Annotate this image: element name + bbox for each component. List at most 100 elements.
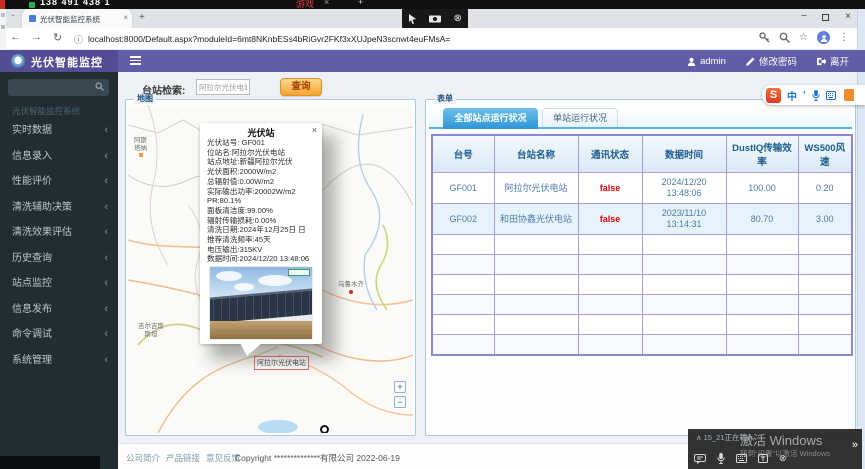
sidebar-item[interactable]: 清洗辅助决策 ‹ bbox=[0, 195, 118, 221]
chat-icon[interactable] bbox=[694, 453, 706, 464]
ime-keyboard-icon[interactable] bbox=[825, 90, 836, 100]
new-tab-button[interactable]: + bbox=[139, 12, 145, 23]
forward-icon[interactable]: → bbox=[31, 31, 42, 43]
password-key-icon[interactable] bbox=[759, 32, 770, 43]
ime-mic-icon[interactable] bbox=[812, 89, 820, 101]
empty-cell bbox=[493, 334, 579, 355]
browser-tab[interactable]: 光伏智能监控系统 × bbox=[22, 9, 132, 28]
popup-info-line: 站点地址:新疆阿拉尔光伏 bbox=[207, 157, 293, 167]
taskbar-overlay: ∧ 15_21正在输入 激活 Windows 转到“设置”以激活 Windows… bbox=[688, 429, 862, 469]
sidebar-toggle-icon[interactable] bbox=[130, 56, 141, 65]
map[interactable]: 阿斯塔纳 吉尔吉斯斯坦 乌鲁木齐 + − 阿拉尔光伏电站 光伏站 × 光伏站号:… bbox=[128, 105, 413, 433]
recorder-stop-icon[interactable]: ⊗ bbox=[454, 13, 462, 24]
photo-cloud bbox=[234, 283, 254, 292]
user-menu[interactable]: admin bbox=[687, 56, 726, 67]
change-password-button[interactable]: 修改密码 bbox=[745, 54, 797, 68]
station-marker-label[interactable]: 阿拉尔光伏电站 bbox=[254, 356, 309, 370]
photo-cloud bbox=[258, 275, 292, 287]
sidebar-item[interactable]: 历史查询 ‹ bbox=[0, 246, 118, 272]
url-text[interactable]: localhost:8000/Default.aspx?moduleId=6mt… bbox=[88, 34, 628, 44]
sidebar-item[interactable]: 实时数据 ‹ bbox=[0, 118, 118, 144]
map-zoom-out-button[interactable]: − bbox=[394, 396, 406, 408]
phone-tab-close-icon[interactable]: × bbox=[324, 0, 329, 7]
sidebar-item-label: 历史查询 bbox=[12, 252, 52, 264]
station-search-input[interactable] bbox=[196, 79, 250, 95]
copyright-text: Copyright **************有限公司 2022-06-19 bbox=[235, 453, 400, 463]
ime-toolbox-icon[interactable] bbox=[843, 89, 854, 101]
expand-icon[interactable]: » bbox=[852, 439, 858, 451]
popup-info-line: 推荐清洗频率:45天 bbox=[207, 235, 271, 245]
game-tab-label[interactable]: 游戏 bbox=[296, 0, 314, 10]
sidebar-item-label: 站点监控 bbox=[12, 278, 52, 289]
change-password-label: 修改密码 bbox=[758, 57, 797, 68]
bookmark-star-icon[interactable]: ☆ bbox=[799, 32, 808, 43]
empty-table-row bbox=[431, 274, 853, 295]
background-window-icon bbox=[1, 13, 5, 17]
sidebar: 光伏智能监控系统 实时数据 ‹ 信息录入 ‹ 性能评价 ‹ 清洗辅助决策 ‹ 清洗效果评估 ‹ 历史… bbox=[0, 72, 118, 469]
map-label-city: 乌鲁木齐 bbox=[336, 281, 366, 294]
station-marker-secondary[interactable] bbox=[320, 425, 329, 433]
browser-menu-icon[interactable]: ⋮ bbox=[839, 32, 849, 43]
form-panel: 表单 全部站点运行状况 单站运行状况 台号 台站名称 通讯状态 数据时间 DustIQ传… bbox=[425, 94, 856, 436]
sidebar-item[interactable]: 系统管理 ‹ bbox=[0, 348, 118, 374]
query-button[interactable]: 查询 bbox=[280, 78, 322, 96]
popup-info-line: 电压输出:315KV bbox=[207, 244, 263, 254]
table-cell: 和田协鑫光伏电站 bbox=[493, 203, 579, 235]
table-cell: 0.20 bbox=[797, 172, 853, 204]
camera-icon[interactable] bbox=[429, 14, 442, 23]
tab-close-icon[interactable]: × bbox=[123, 13, 128, 22]
back-icon[interactable]: ← bbox=[10, 31, 21, 43]
window-close-button[interactable]: × bbox=[845, 11, 851, 22]
map-zoom-in-button[interactable]: + bbox=[394, 381, 406, 393]
ime-punctuation-icon[interactable]: ’ bbox=[803, 90, 806, 101]
text-input-icon[interactable] bbox=[758, 454, 768, 463]
chevron-left-icon: ‹ bbox=[104, 149, 108, 162]
footer-link[interactable]: 产品链接 bbox=[166, 453, 200, 463]
table-cell: 2024/12/20 13:48:06 bbox=[641, 172, 727, 204]
site-info-icon[interactable]: ⓘ bbox=[74, 33, 83, 46]
tab-search-icon[interactable]: ˇ bbox=[7, 13, 19, 25]
empty-cell bbox=[493, 274, 579, 295]
empty-table-row bbox=[431, 234, 853, 255]
browser-avatar[interactable] bbox=[817, 31, 830, 44]
sogou-logo-icon[interactable]: S bbox=[766, 87, 781, 103]
logout-button[interactable]: 离开 bbox=[816, 54, 849, 68]
brand-area[interactable]: 光伏智能监控 bbox=[0, 50, 118, 72]
empty-table-row bbox=[431, 294, 853, 315]
popup-close-icon[interactable]: × bbox=[312, 125, 317, 135]
app-header: 光伏智能监控 admin 修改密码 离开 bbox=[0, 50, 865, 72]
tab-single-station-status[interactable]: 单站运行状况 bbox=[542, 108, 618, 127]
window-minimize-button[interactable]: − bbox=[801, 11, 807, 22]
sidebar-item[interactable]: 信息录入 ‹ bbox=[0, 144, 118, 170]
sidebar-item-label: 清洗辅助决策 bbox=[12, 201, 72, 213]
caret-icon[interactable]: ∧ bbox=[696, 433, 702, 442]
sidebar-item[interactable]: 站点监控 ‹ bbox=[0, 271, 118, 297]
station-photo bbox=[210, 267, 312, 340]
sidebar-item[interactable]: 命令调试 ‹ bbox=[0, 322, 118, 348]
search-icon[interactable] bbox=[95, 82, 104, 91]
sidebar-item[interactable]: 清洗效果评估 ‹ bbox=[0, 220, 118, 246]
close-circle-icon[interactable]: ⊗ bbox=[779, 453, 787, 464]
cursor-icon[interactable] bbox=[408, 13, 417, 24]
tab-all-stations-status[interactable]: 全部站点运行状况 bbox=[443, 108, 538, 129]
zoom-icon[interactable] bbox=[779, 32, 790, 43]
ime-language-mode[interactable]: 中 bbox=[787, 88, 797, 103]
empty-cell bbox=[641, 334, 727, 355]
reload-icon[interactable]: ↻ bbox=[53, 31, 62, 44]
sidebar-item[interactable]: 性能评价 ‹ bbox=[0, 169, 118, 195]
sidebar-item-label: 实时数据 bbox=[12, 125, 52, 136]
photo-solar-panels bbox=[210, 288, 312, 324]
footer-link[interactable]: 公司简介 bbox=[126, 453, 160, 463]
phone-tab-new-icon[interactable]: + bbox=[358, 0, 363, 7]
sidebar-item[interactable]: 信息发布 ‹ bbox=[0, 297, 118, 323]
table-row[interactable]: GF001 阿拉尔光伏电站 false 2024/12/20 13:48:06 100.… bbox=[431, 172, 853, 204]
sidebar-search-box[interactable] bbox=[8, 79, 109, 96]
empty-table-row bbox=[431, 314, 853, 335]
empty-cell bbox=[641, 254, 727, 275]
mic-icon[interactable] bbox=[717, 453, 725, 464]
window-maximize-button[interactable] bbox=[822, 14, 829, 21]
table-row[interactable]: GF002 和田协鑫光伏电站 false 2023/11/10 13:14:31 80.… bbox=[431, 203, 853, 235]
sidebar-search-input[interactable] bbox=[12, 81, 90, 94]
chevron-left-icon: ‹ bbox=[104, 124, 108, 136]
keyboard-icon[interactable] bbox=[736, 454, 747, 463]
